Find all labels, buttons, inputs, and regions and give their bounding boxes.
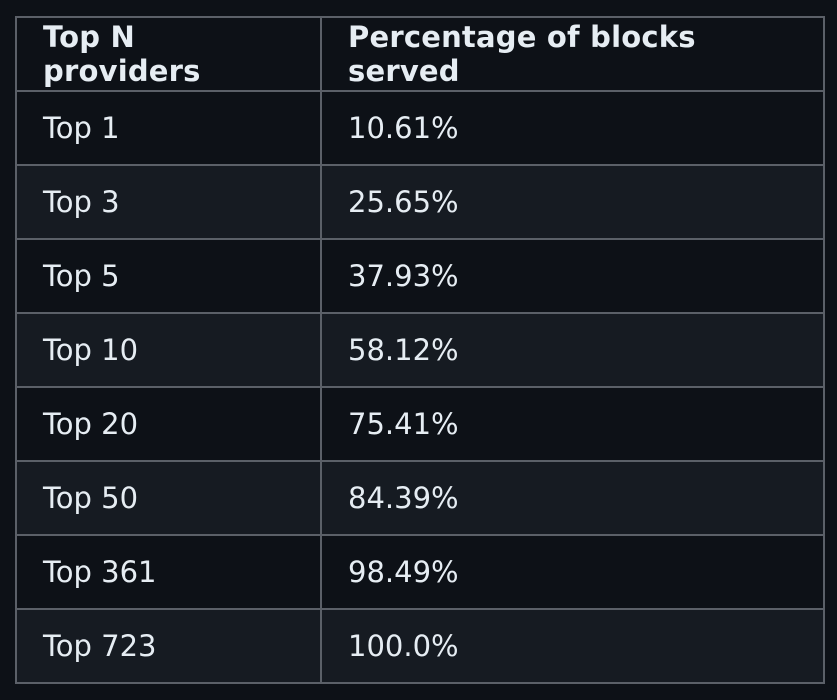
table-row: Top 20 75.41%: [15, 386, 825, 462]
percentage-cell: 37.93%: [320, 238, 825, 314]
percentage-cell: 25.65%: [320, 164, 825, 240]
table-row: Top 723 100.0%: [15, 608, 825, 684]
table-row: Top 1 10.61%: [15, 90, 825, 166]
provider-cell: Top 5: [15, 238, 322, 314]
provider-cell: Top 361: [15, 534, 322, 610]
percentage-cell: 84.39%: [320, 460, 825, 536]
table-row: Top 3 25.65%: [15, 164, 825, 240]
table-body: Top 1 10.61% Top 3 25.65% Top 5 37.93% T…: [15, 90, 825, 684]
table-header: Top N providers Percentage of blocks ser…: [15, 16, 825, 92]
percentage-cell: 58.12%: [320, 312, 825, 388]
header-top-n-providers: Top N providers: [15, 16, 322, 92]
table-row: Top 361 98.49%: [15, 534, 825, 610]
table-row: Top 50 84.39%: [15, 460, 825, 536]
providers-table: Top N providers Percentage of blocks ser…: [15, 16, 825, 684]
percentage-cell: 98.49%: [320, 534, 825, 610]
table-row: Top 5 37.93%: [15, 238, 825, 314]
percentage-cell: 75.41%: [320, 386, 825, 462]
header-percentage-blocks-served: Percentage of blocks served: [320, 16, 825, 92]
table-row: Top 10 58.12%: [15, 312, 825, 388]
provider-cell: Top 3: [15, 164, 322, 240]
provider-cell: Top 723: [15, 608, 322, 684]
table-container: Top N providers Percentage of blocks ser…: [15, 16, 825, 684]
header-row: Top N providers Percentage of blocks ser…: [15, 16, 825, 92]
percentage-cell: 10.61%: [320, 90, 825, 166]
provider-cell: Top 1: [15, 90, 322, 166]
percentage-cell: 100.0%: [320, 608, 825, 684]
provider-cell: Top 20: [15, 386, 322, 462]
provider-cell: Top 10: [15, 312, 322, 388]
provider-cell: Top 50: [15, 460, 322, 536]
